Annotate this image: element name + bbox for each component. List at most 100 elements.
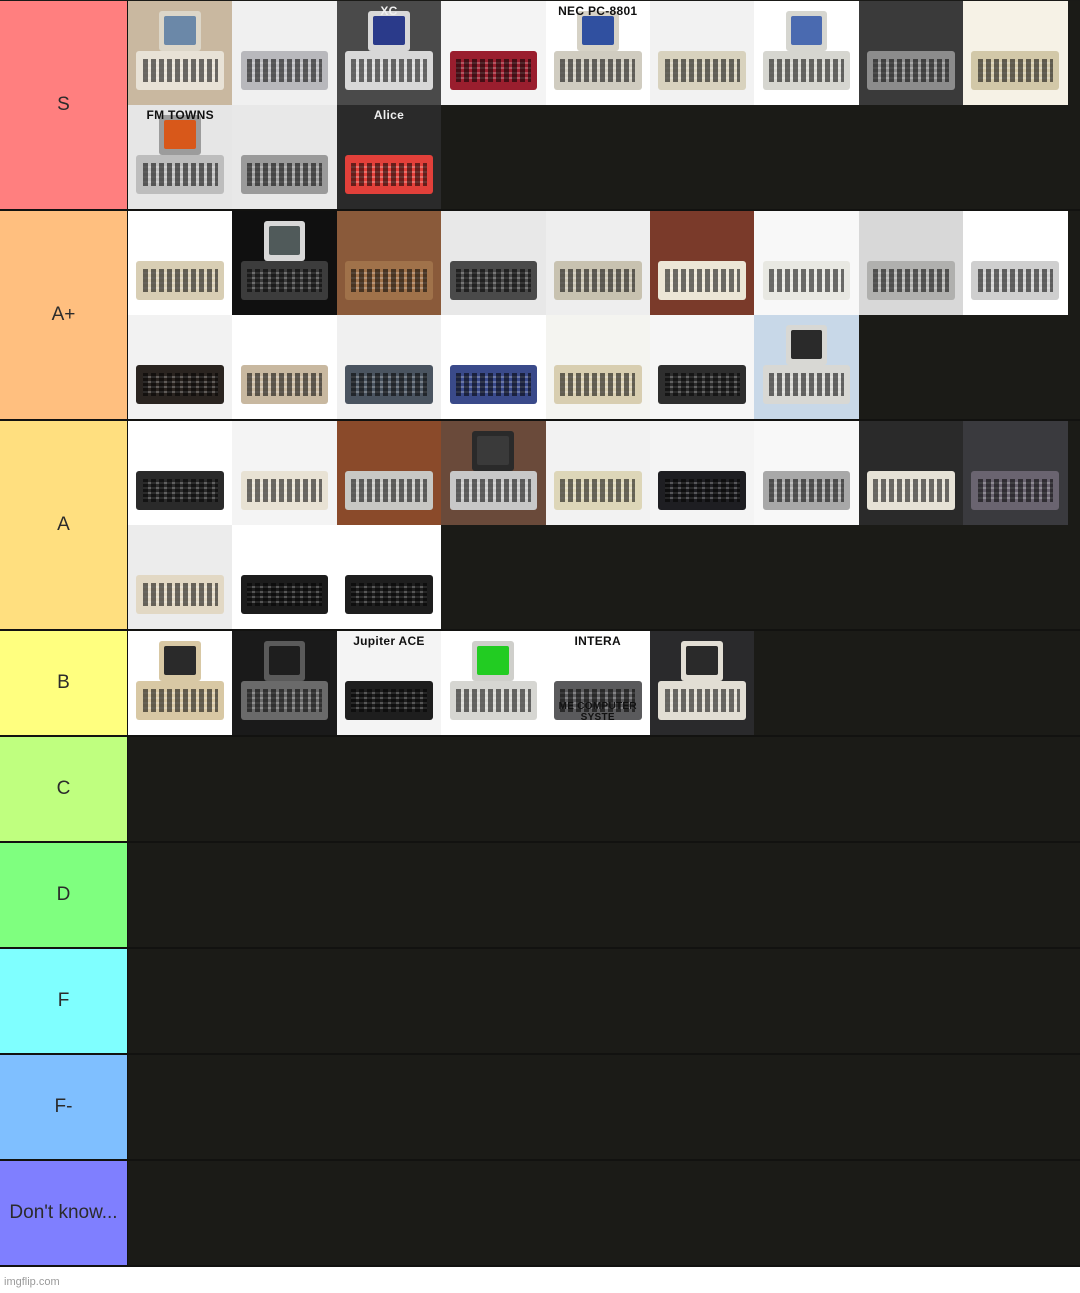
tile-caption: Alice <box>373 108 405 122</box>
tier-drop-zone[interactable] <box>128 843 1080 947</box>
tier-row: D <box>0 843 1080 949</box>
screen-image <box>477 436 510 466</box>
tier-item-silver-console-computer[interactable] <box>232 1 337 105</box>
tier-item-sharp-x68000[interactable]: XC <box>336 1 442 105</box>
keys-image <box>664 479 740 503</box>
tier-item-blue-keys-computer[interactable] <box>441 315 546 419</box>
tier-item-cream-keyboard-computer[interactable] <box>963 1 1068 105</box>
tier-drop-zone[interactable]: Jupiter ACE INTERA ME COMPUTER SYSTE <box>128 631 1080 735</box>
monitor-image <box>785 11 828 51</box>
keys-image <box>664 269 740 293</box>
tier-item-zx-spectrum[interactable] <box>336 525 442 629</box>
tier-drop-zone[interactable] <box>128 949 1080 1053</box>
tier-item-brown-keys-computer[interactable] <box>232 315 337 419</box>
tier-drop-zone[interactable]: XC NEC PC-8801 FM TOWNS Alice <box>128 1 1080 209</box>
tier-item-office-desk-computer[interactable] <box>128 1 233 105</box>
tier-item-black-keyboard-computer[interactable] <box>649 421 755 525</box>
monitor-image <box>159 641 202 681</box>
tier-item-beige-laptop-style[interactable] <box>545 421 650 525</box>
tier-item-grey-calculator-computer[interactable] <box>858 211 964 315</box>
tier-item-apple-ii[interactable] <box>128 631 233 735</box>
tier-item-amiga-style-computer[interactable] <box>754 1 859 105</box>
tier-item-c64-style-computer[interactable] <box>128 211 233 315</box>
tier-item-zx81[interactable] <box>232 525 337 629</box>
keys-image <box>247 59 323 83</box>
tier-item-cream-dual-drive-computer[interactable] <box>128 525 233 629</box>
tier-item-white-keyboard-computer[interactable] <box>754 211 859 315</box>
tier-item-ti-99-4a[interactable] <box>128 421 233 525</box>
tier-label[interactable]: F- <box>0 1055 128 1159</box>
tier-item-wooden-case-computer[interactable] <box>336 211 442 315</box>
keys-image <box>768 59 845 83</box>
tier-drop-zone[interactable] <box>128 421 1080 629</box>
tier-item-dark-grey-keyboard[interactable] <box>441 211 546 315</box>
keys-image <box>768 373 845 397</box>
tier-item-computer-with-crt-monitor[interactable] <box>441 421 546 525</box>
keys-image <box>142 59 218 83</box>
tier-item-dark-purple-keyboard[interactable] <box>963 421 1068 525</box>
tier-item-silver-black-keyboard[interactable] <box>963 211 1068 315</box>
tier-item-macintosh-style-computer[interactable] <box>754 315 859 419</box>
tier-item-black-red-console[interactable] <box>128 315 233 419</box>
tier-row: F <box>0 949 1080 1055</box>
tile-caption: XC <box>380 4 398 18</box>
tier-item-cream-white-computer[interactable] <box>649 211 755 315</box>
tier-list: S XC NEC PC-8801 FM TOWNS Alice A+ A B Jupiter A… <box>0 0 1080 1267</box>
tier-item-red-alice-computer[interactable]: Alice <box>336 105 442 209</box>
tier-row: C <box>0 737 1080 843</box>
keys-image <box>351 373 427 397</box>
tier-label[interactable]: D <box>0 843 128 947</box>
keys-image <box>664 373 740 397</box>
monitor-image <box>472 641 515 681</box>
tier-item-black-keys-beige-computer[interactable] <box>649 315 755 419</box>
keys-image <box>142 583 218 607</box>
tier-drop-zone[interactable] <box>128 1055 1080 1159</box>
tier-item-dark-terminal-computer[interactable] <box>232 631 337 735</box>
tier-item-red-keyboard-computer[interactable] <box>441 1 546 105</box>
tier-item-interact-home-computer[interactable]: INTERA ME COMPUTER SYSTE <box>545 631 650 735</box>
tier-item-white-keys-black-computer[interactable] <box>858 421 964 525</box>
tier-label[interactable]: C <box>0 737 128 841</box>
tier-item-grey-long-keyboard[interactable] <box>754 421 859 525</box>
tier-item-grey-red-keys-computer[interactable] <box>858 1 964 105</box>
keys-image <box>873 59 949 83</box>
tier-item-bbc-style-micro[interactable] <box>545 211 650 315</box>
tier-item-jupiter-ace[interactable]: Jupiter ACE <box>336 631 442 735</box>
keys-image <box>768 269 845 293</box>
tile-caption: FM TOWNS <box>146 108 214 122</box>
keys-image <box>873 269 949 293</box>
tier-drop-zone[interactable] <box>128 737 1080 841</box>
tier-label[interactable]: B <box>0 631 128 735</box>
tier-drop-zone[interactable] <box>128 1161 1080 1265</box>
tier-label[interactable]: Don't know... <box>0 1161 128 1265</box>
tier-label[interactable]: A <box>0 421 128 629</box>
tier-item-beige-blue-keys-computer[interactable] <box>545 315 650 419</box>
tier-item-black-computer-crt[interactable] <box>232 211 337 315</box>
keys-image <box>560 59 636 83</box>
keys-image <box>455 59 531 83</box>
tier-item-fm-towns[interactable]: FM TOWNS <box>128 105 233 209</box>
tier-item-beige-keyboard-computer[interactable] <box>649 1 755 105</box>
tier-item-commodore-pet[interactable] <box>649 631 755 735</box>
tier-item-slate-keyboard[interactable] <box>336 315 442 419</box>
keys-image <box>351 163 427 187</box>
tier-item-silver-wedge-brown-bg[interactable] <box>336 421 442 525</box>
tier-drop-zone[interactable] <box>128 211 1080 419</box>
monitor-image <box>159 11 202 51</box>
keys-image <box>247 583 323 607</box>
screen-image <box>790 330 823 360</box>
tier-row: F- <box>0 1055 1080 1161</box>
tier-item-nec-pc-8801[interactable]: NEC PC-8801 <box>545 1 650 105</box>
tier-item-black-keys-white-computer[interactable] <box>232 421 337 525</box>
tier-row: A+ <box>0 211 1080 421</box>
keys-image <box>142 163 218 187</box>
screen-image <box>477 646 510 676</box>
tier-item-grey-wedge-computer[interactable] <box>232 105 337 209</box>
monitor-image <box>263 641 306 681</box>
tier-label[interactable]: A+ <box>0 211 128 419</box>
tier-item-atari-st[interactable] <box>441 631 546 735</box>
tier-label[interactable]: S <box>0 1 128 209</box>
tier-label[interactable]: F <box>0 949 128 1053</box>
tile-caption: Jupiter ACE <box>353 634 425 648</box>
keys-image <box>351 583 427 607</box>
